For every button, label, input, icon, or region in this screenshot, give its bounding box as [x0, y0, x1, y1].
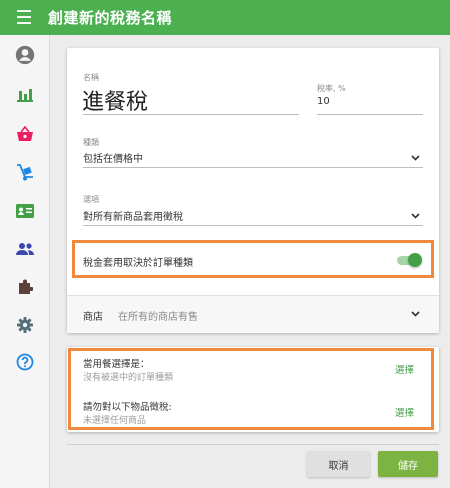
store-row[interactable]: 商店 在所有的商店有售 — [67, 295, 439, 333]
shopping-basket-icon[interactable] — [0, 119, 50, 149]
name-input[interactable]: 進餐稅 — [82, 84, 148, 116]
page-title: 創建新的稅務名稱 — [48, 9, 173, 27]
tax-form-card: 名稱 進餐稅 稅率, % 10 種類 包括在價格中 選項 對所有新商品套用徵稅 … — [67, 48, 439, 333]
top-app-bar: ☰ 創建新的稅務名稱 — [0, 0, 450, 35]
gear-icon[interactable] — [0, 310, 50, 340]
footer-divider — [67, 444, 439, 445]
type-select[interactable]: 包括在價格中 — [83, 150, 143, 165]
type-underline — [83, 167, 423, 168]
rate-label: 稅率, % — [317, 84, 346, 93]
rate-underline — [317, 114, 423, 115]
save-button[interactable]: 儲存 — [378, 451, 438, 477]
puzzle-icon[interactable] — [0, 272, 50, 302]
contact-card-icon[interactable] — [0, 196, 50, 226]
sidebar — [0, 35, 50, 488]
bar-chart-icon[interactable] — [0, 80, 50, 110]
option-underline — [83, 225, 423, 226]
rate-input[interactable]: 10 — [317, 96, 330, 107]
menu-icon[interactable]: ☰ — [0, 0, 48, 35]
account-icon[interactable] — [0, 40, 50, 70]
store-label: 商店 — [83, 312, 103, 323]
store-value: 在所有的商店有售 — [118, 312, 198, 323]
people-icon[interactable] — [0, 234, 50, 264]
store-row-divider — [67, 295, 439, 296]
cancel-button[interactable]: 取消 — [307, 451, 370, 477]
toggle-row-highlight — [72, 240, 434, 278]
chevron-down-icon[interactable] — [410, 211, 420, 221]
name-label: 名稱 — [83, 73, 99, 82]
chevron-down-icon[interactable] — [410, 309, 420, 319]
option-label: 選項 — [83, 195, 99, 204]
option-select[interactable]: 對所有新商品套用徵稅 — [83, 208, 183, 223]
chevron-down-icon[interactable] — [410, 153, 420, 163]
help-icon[interactable] — [0, 347, 50, 377]
name-underline — [83, 114, 299, 115]
hand-truck-icon[interactable] — [0, 157, 50, 187]
selection-highlight — [68, 348, 434, 430]
type-label: 種類 — [83, 138, 99, 147]
